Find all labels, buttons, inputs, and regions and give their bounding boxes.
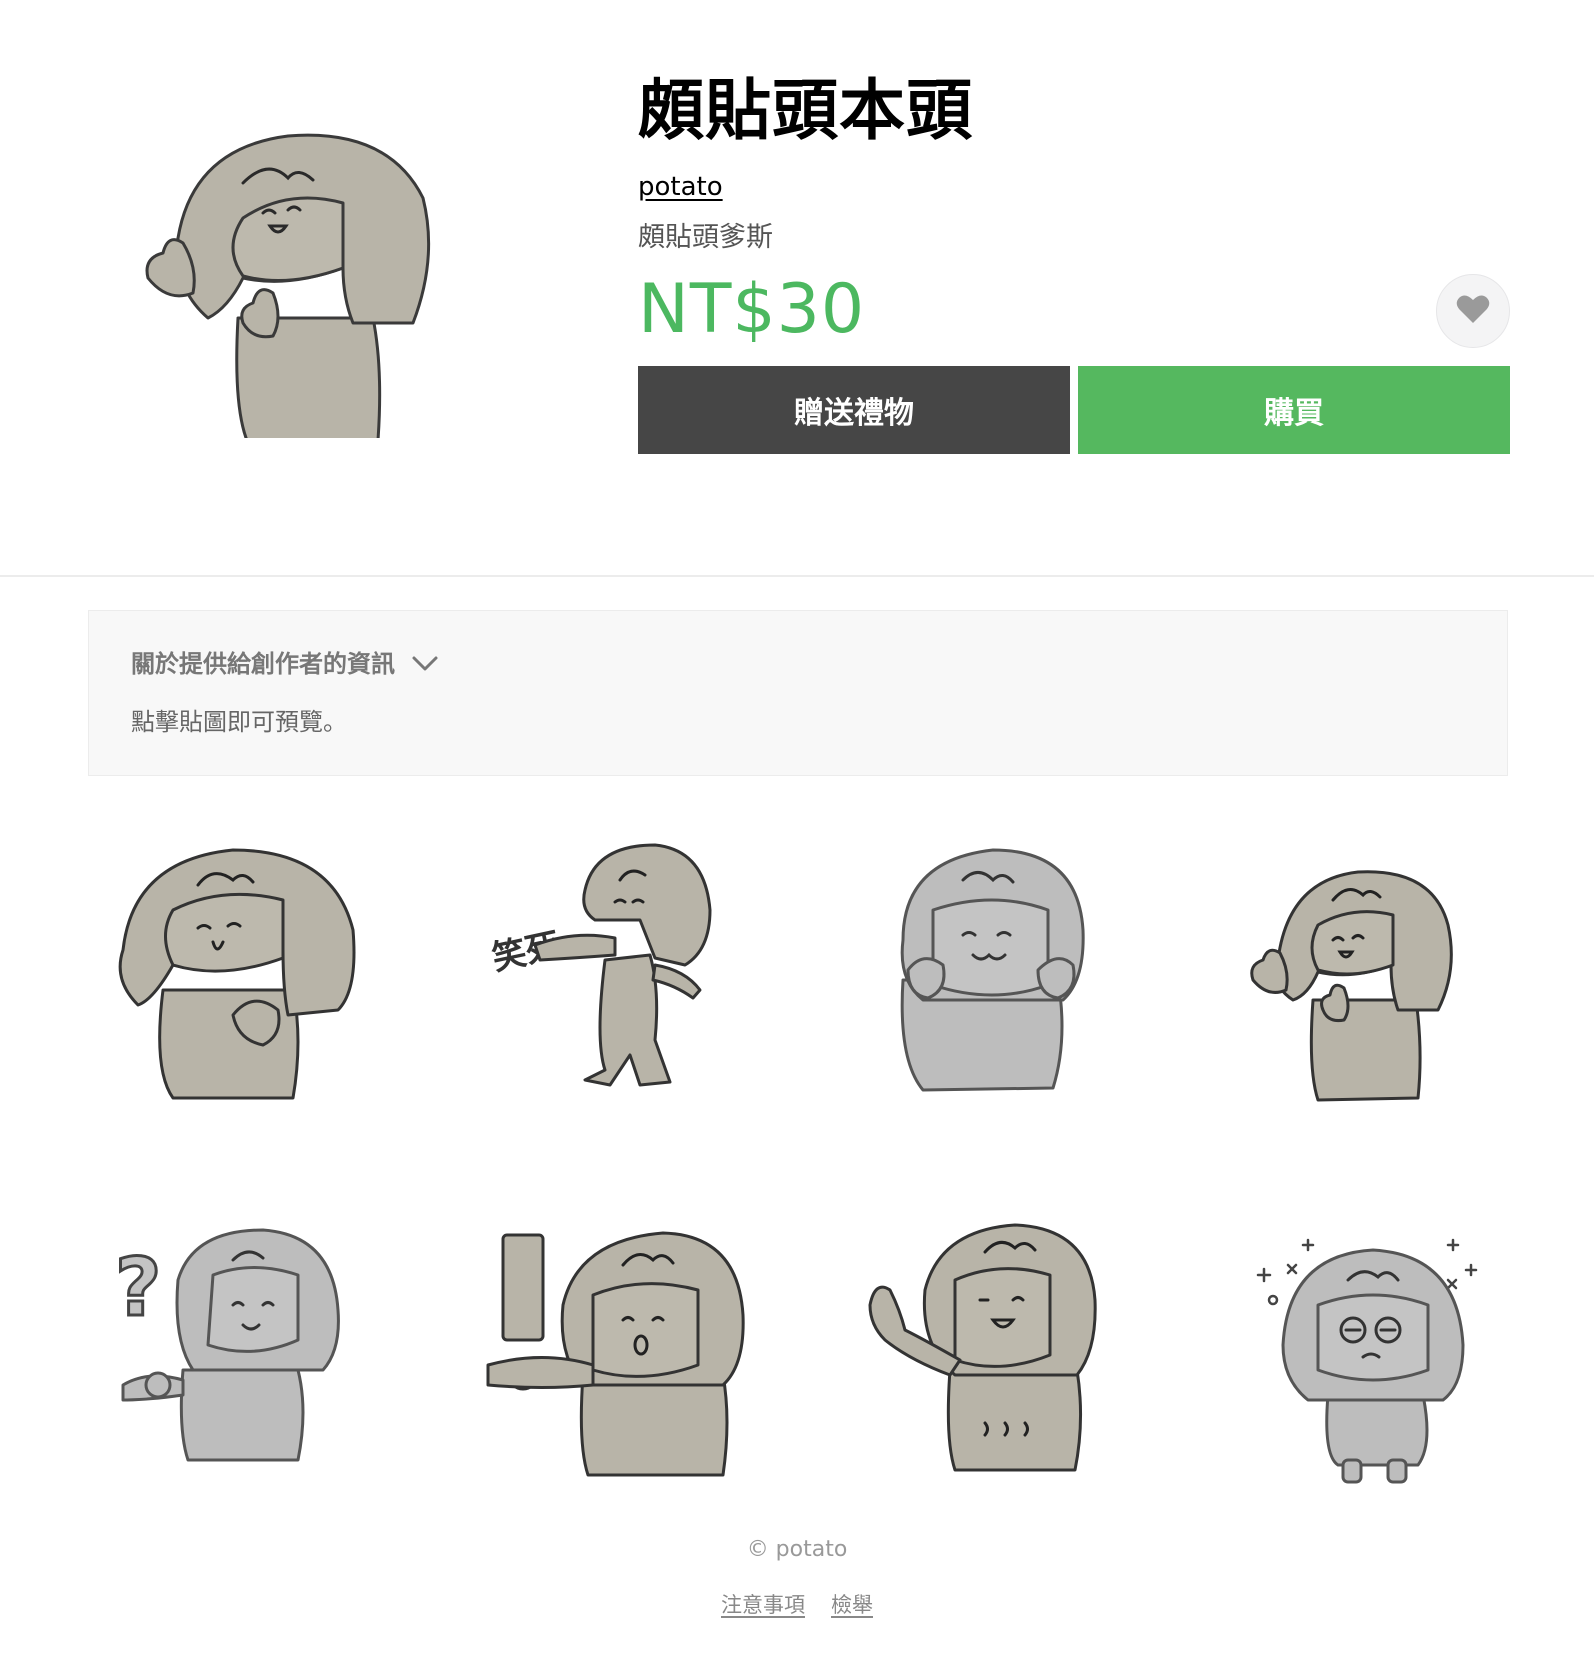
main-sticker-image [138,118,478,445]
sticker-fists-on-cheeks[interactable] [863,840,1133,1110]
section-divider [0,575,1594,577]
heart-icon [1456,294,1490,328]
product-info: 頗貼頭本頭 potato 頗貼頭爹斯 NT$30 贈送禮物 購買 [638,66,1510,454]
action-buttons: 贈送禮物 購買 [638,366,1510,454]
author-link[interactable]: potato [638,170,723,204]
sticker-waving[interactable] [865,1220,1135,1490]
favorite-button[interactable] [1436,274,1510,348]
sticker-hand-on-chest[interactable] [103,840,373,1110]
svg-text:?: ? [115,1241,161,1334]
sticker-exclamation[interactable] [483,1225,753,1495]
price-row: NT$30 [638,270,1510,350]
footer-links: 注意事項 檢舉 [0,1590,1594,1620]
gift-button[interactable]: 贈送禮物 [638,366,1070,454]
price: NT$30 [638,270,866,349]
sticker-sparkles[interactable] [1248,1225,1518,1495]
copyright-text: © potato [746,1537,848,1562]
notes-link[interactable]: 注意事項 [721,1590,805,1620]
chevron-down-icon [411,655,439,673]
sticker-product-page: 頗貼頭本頭 potato 頗貼頭爹斯 NT$30 贈送禮物 購買 關於提供給創作… [0,0,1594,1680]
product-title: 頗貼頭本頭 [638,72,973,149]
buy-button[interactable]: 購買 [1078,366,1510,454]
sticker-thumbs-up[interactable] [1248,860,1518,1130]
report-link[interactable]: 檢舉 [831,1590,873,1620]
creator-info-label: 關於提供給創作者的資訊 [131,650,395,678]
preview-hint: 點擊貼圖即可預覽。 [131,708,347,736]
sticker-question[interactable]: ? [103,1220,373,1490]
product-subtitle: 頗貼頭爹斯 [638,222,773,253]
creator-info-panel: 關於提供給創作者的資訊 點擊貼圖即可預覽。 [88,610,1508,776]
creator-info-toggle[interactable]: 關於提供給創作者的資訊 [131,647,439,681]
sticker-pointing[interactable]: 笑死 [465,840,735,1110]
